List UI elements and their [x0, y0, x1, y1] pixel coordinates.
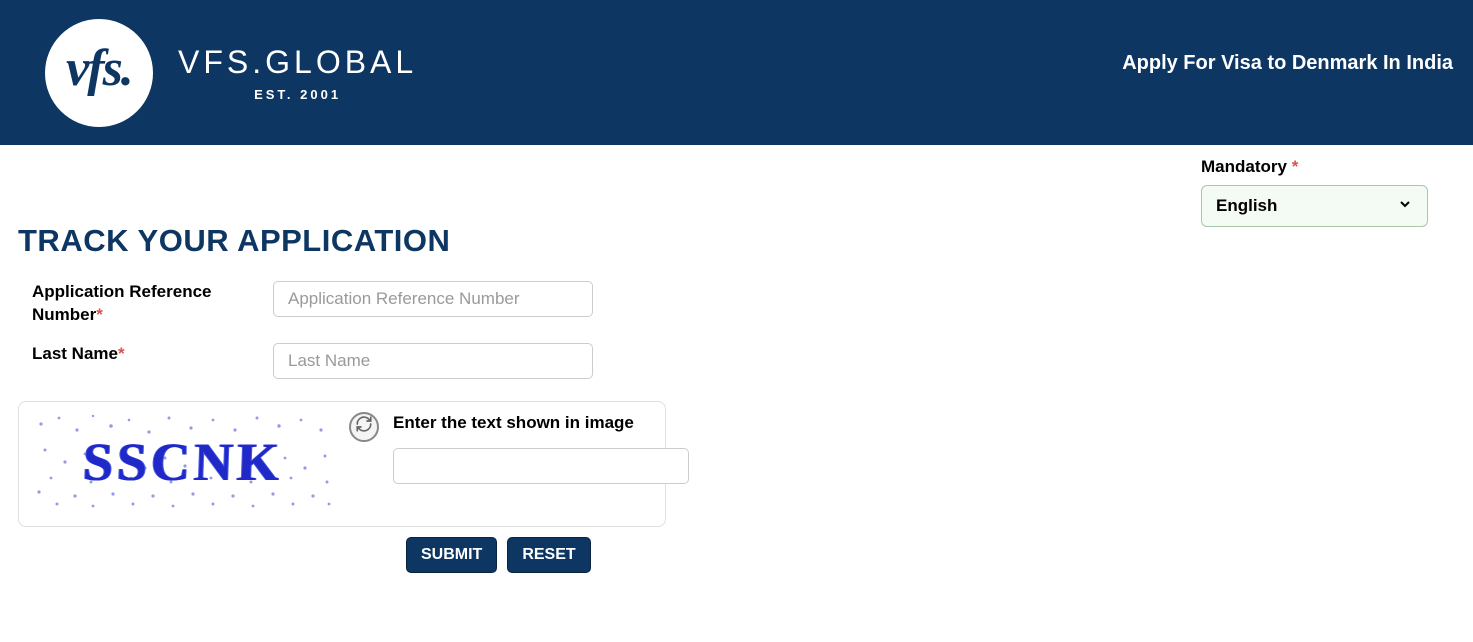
mandatory-block: Mandatory * English [1201, 157, 1428, 227]
brand-est: EST. 2001 [178, 87, 417, 102]
refresh-icon [355, 415, 373, 438]
submit-button[interactable]: SUBMIT [406, 537, 497, 573]
page-title: TRACK YOUR APPLICATION [18, 223, 1455, 259]
chevron-down-icon [1397, 196, 1413, 217]
logo-circle: vfs. [45, 19, 153, 127]
form-row-lastname: Last Name* [18, 343, 1455, 379]
language-selected-text: English [1216, 196, 1277, 216]
reset-button[interactable]: RESET [507, 537, 590, 573]
form-row-reference: Application Reference Number* [18, 281, 1455, 327]
lastname-label-text: Last Name [32, 344, 118, 363]
mandatory-label-text: Mandatory [1201, 157, 1287, 176]
captcha-right: Enter the text shown in image [393, 410, 689, 484]
reference-label-text: Application Reference Number [32, 282, 212, 324]
brand-name: VFS.GLOBAL [178, 44, 417, 81]
lastname-star: * [118, 344, 125, 363]
language-select[interactable]: English [1201, 185, 1428, 227]
main-content: Mandatory * English TRACK YOUR APPLICATI… [0, 145, 1473, 613]
logo-abbrev: vfs. [66, 39, 132, 98]
button-row: SUBMIT RESET [406, 537, 1455, 573]
reference-input[interactable] [273, 281, 593, 317]
lastname-label: Last Name* [18, 343, 273, 379]
logo-block: vfs. VFS.GLOBAL EST. 2001 [45, 19, 417, 127]
logo-text: VFS.GLOBAL EST. 2001 [178, 44, 417, 102]
header-context-text: Apply For Visa to Denmark In India [1122, 52, 1453, 75]
captcha-input[interactable] [393, 448, 689, 484]
lastname-input[interactable] [273, 343, 593, 379]
mandatory-star: * [1292, 157, 1299, 176]
reference-label: Application Reference Number* [18, 281, 273, 327]
captcha-image: SSCNK [31, 410, 335, 514]
reference-star: * [96, 305, 103, 324]
site-header: vfs. VFS.GLOBAL EST. 2001 Apply For Visa… [0, 0, 1473, 145]
mandatory-label: Mandatory * [1201, 157, 1428, 177]
captcha-label: Enter the text shown in image [393, 412, 689, 434]
captcha-box: SSCNK Enter the text shown in image [18, 401, 666, 527]
captcha-image-text: SSCNK [31, 410, 335, 514]
captcha-refresh-button[interactable] [349, 412, 379, 442]
